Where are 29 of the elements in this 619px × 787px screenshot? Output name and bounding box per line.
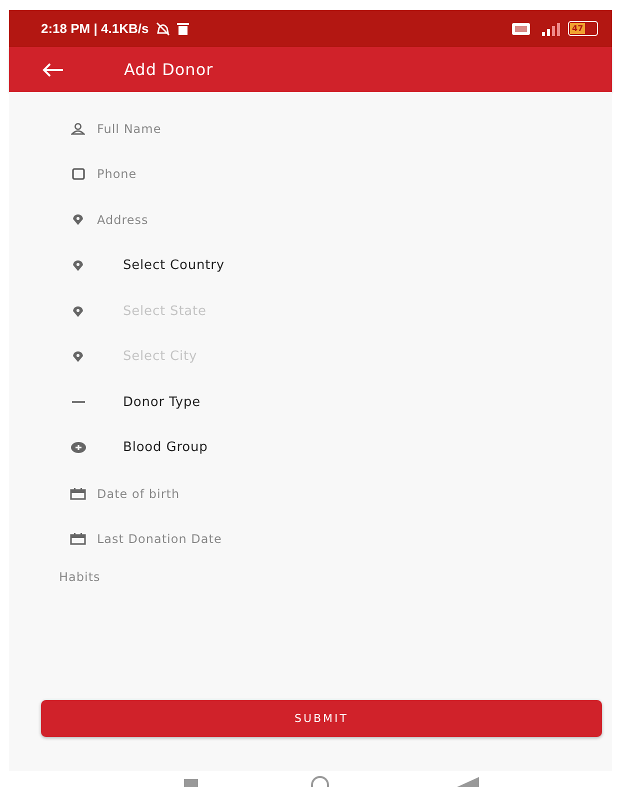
trash-icon	[176, 22, 189, 35]
location-pin-icon	[72, 260, 84, 272]
calendar-icon	[70, 488, 86, 500]
input-field[interactable]: Address	[97, 212, 397, 227]
plus-circle-icon	[70, 442, 86, 454]
input-field[interactable]: Habits	[59, 562, 359, 628]
home-icon[interactable]	[311, 776, 329, 787]
input-field[interactable]: Date of birth	[97, 486, 397, 501]
back-icon[interactable]	[457, 777, 479, 787]
input-field[interactable]: Full Name	[97, 122, 397, 136]
dropdown[interactable]: Select Country	[123, 258, 224, 274]
square-icon	[72, 168, 84, 180]
screen-title: Add Donor	[124, 60, 214, 79]
calendar-icon	[70, 533, 86, 546]
back-arrow-icon[interactable]	[42, 62, 64, 78]
person-icon	[71, 122, 85, 135]
status-time: 2:18 PM | 4.1KB/s	[41, 21, 149, 36]
submit-button[interactable]: SUBMIT	[41, 700, 602, 737]
volte-icon	[512, 22, 530, 34]
dash-icon	[72, 401, 84, 404]
input-field[interactable]: Last Donation Date	[97, 532, 397, 546]
location-pin-icon	[72, 351, 84, 362]
location-pin-icon	[72, 306, 84, 317]
dropdown[interactable]: Donor Type	[123, 394, 200, 410]
muted-bell-icon	[154, 22, 171, 36]
battery-level: 47	[570, 23, 586, 34]
dropdown[interactable]: Blood Group	[123, 440, 208, 456]
location-pin-icon	[72, 214, 84, 226]
input-field[interactable]: Phone	[97, 167, 397, 182]
